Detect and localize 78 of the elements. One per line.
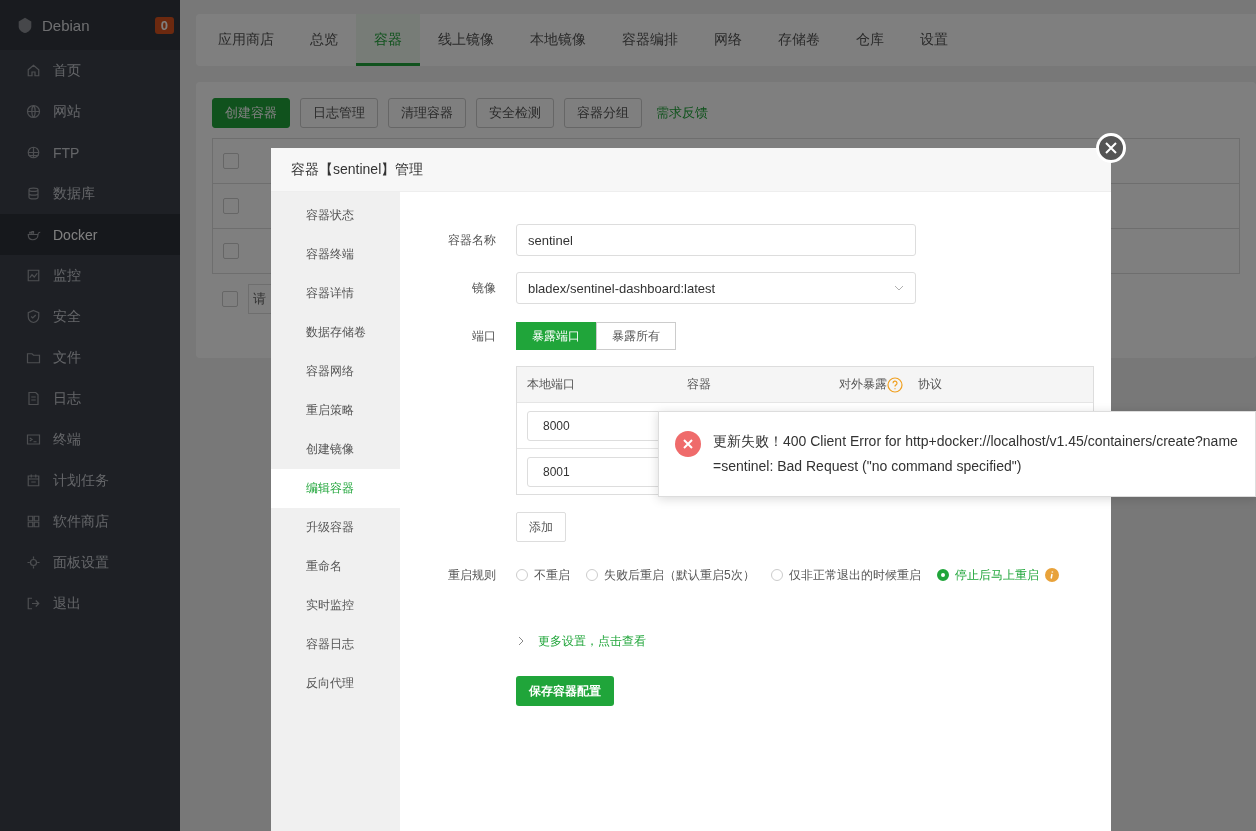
more-settings-link[interactable]: 更多设置，点击查看 — [538, 632, 646, 650]
dialog-nav-item[interactable]: 容器日志 — [271, 625, 400, 664]
create-button[interactable]: 创建容器 — [212, 98, 290, 128]
dialog-nav-item[interactable]: 容器网络 — [271, 352, 400, 391]
sidebar-item[interactable]: 日志 — [0, 378, 180, 419]
sidebar-item[interactable]: 首页 — [0, 50, 180, 91]
toolbar-button[interactable]: 清理容器 — [388, 98, 466, 128]
close-icon — [1105, 142, 1117, 154]
tab[interactable]: 应用商店 — [200, 14, 292, 66]
shield-icon — [16, 16, 34, 34]
segment-button[interactable]: 暴露端口 — [516, 322, 596, 350]
field-label: 容器名称 — [447, 231, 497, 249]
error-icon — [675, 431, 701, 457]
row-checkbox[interactable] — [223, 198, 239, 214]
radio-option[interactable]: 仅非正常退出的时候重启 — [770, 566, 921, 584]
tab[interactable]: 总览 — [292, 14, 356, 66]
column-header: 本地端口 — [527, 376, 575, 393]
tab[interactable]: 容器编排 — [604, 14, 696, 66]
toolbar-button[interactable]: 安全检测 — [476, 98, 554, 128]
sidebar-item[interactable]: 面板设置 — [0, 542, 180, 583]
image-select[interactable]: bladex/sentinel-dashboard:latest — [516, 272, 916, 304]
dialog-title: 容器【sentinel】管理 — [271, 148, 1111, 192]
dialog-nav-item[interactable]: 重命名 — [271, 547, 400, 586]
dialog-nav-item[interactable]: 重启策略 — [271, 391, 400, 430]
sidebar-item[interactable]: 退出 — [0, 583, 180, 624]
chevron-down-icon — [894, 285, 904, 291]
server-name: Debian — [42, 16, 91, 34]
sidebar-item[interactable]: 数据库 — [0, 173, 180, 214]
error-message: 更新失败！400 Client Error for http+docker://localhost/v1.45/containers/create?name=sentinel: Bad Request ("no command specified") — [713, 432, 1239, 476]
dialog-nav-item[interactable]: 容器详情 — [271, 274, 400, 313]
dialog-nav-item[interactable]: 数据存储卷 — [271, 313, 400, 352]
radio-option[interactable]: 不重启 — [516, 566, 570, 584]
sidebar-item[interactable]: FTP — [0, 132, 180, 173]
dialog-nav-item[interactable]: 编辑容器 — [271, 469, 400, 508]
sidebar-item[interactable]: 终端 — [0, 419, 180, 460]
help-icon — [887, 376, 903, 393]
row-checkbox[interactable] — [223, 243, 239, 259]
radio-button[interactable] — [936, 569, 949, 581]
column-header: 协议 — [918, 376, 942, 393]
field-label: 端口 — [471, 327, 497, 345]
field-label: 重启规则 — [447, 566, 497, 584]
sidebar-item[interactable]: 软件商店 — [0, 501, 180, 542]
toolbar-button[interactable]: 日志管理 — [300, 98, 378, 128]
radio-option[interactable]: 失败后重启（默认重启5次） — [586, 566, 755, 584]
container-name-field[interactable]: sentinel — [516, 224, 916, 256]
info-icon — [1044, 568, 1059, 582]
sidebar-item[interactable]: 文件 — [0, 337, 180, 378]
toolbar-button[interactable]: 容器分组 — [564, 98, 642, 128]
tab[interactable]: 本地镜像 — [512, 14, 604, 66]
dialog-nav-item[interactable]: 升级容器 — [271, 508, 400, 547]
select-all-checkbox[interactable] — [222, 291, 238, 307]
dialog-nav-item[interactable]: 创建镜像 — [271, 430, 400, 469]
notification-count: 0 — [154, 16, 174, 34]
radio-option[interactable]: 停止后马上重启 — [936, 566, 1039, 584]
tab[interactable]: 容器 — [356, 14, 420, 66]
add-button[interactable]: 添加 — [516, 512, 566, 542]
dialog-nav-item[interactable]: 容器状态 — [271, 196, 400, 235]
tab[interactable]: 网络 — [696, 14, 760, 66]
dialog-nav-item[interactable]: 实时监控 — [271, 586, 400, 625]
field-label: 镜像 — [471, 279, 497, 297]
column-header: 容器 — [687, 376, 711, 393]
segment-button[interactable]: 暴露所有 — [596, 322, 676, 350]
row-checkbox[interactable] — [223, 153, 239, 169]
tab[interactable]: 设置 — [902, 14, 966, 66]
tab[interactable]: 存储卷 — [760, 14, 838, 66]
column-header: 对外暴露 — [839, 376, 887, 393]
save-button[interactable]: 保存容器配置 — [516, 676, 614, 706]
sidebar-item[interactable]: 安全 — [0, 296, 180, 337]
tab[interactable]: 仓库 — [838, 14, 902, 66]
sidebar-item[interactable]: Docker — [0, 214, 180, 255]
dialog-nav-item[interactable]: 反向代理 — [271, 664, 400, 703]
feedback-link[interactable]: 需求反馈 — [656, 104, 708, 122]
sidebar-item[interactable]: 计划任务 — [0, 460, 180, 501]
chevron-right-icon — [518, 636, 524, 646]
tab[interactable]: 线上镜像 — [420, 14, 512, 66]
dialog-nav-item[interactable]: 容器终端 — [271, 235, 400, 274]
sidebar-item[interactable]: 网站 — [0, 91, 180, 132]
sidebar-item[interactable]: 监控 — [0, 255, 180, 296]
